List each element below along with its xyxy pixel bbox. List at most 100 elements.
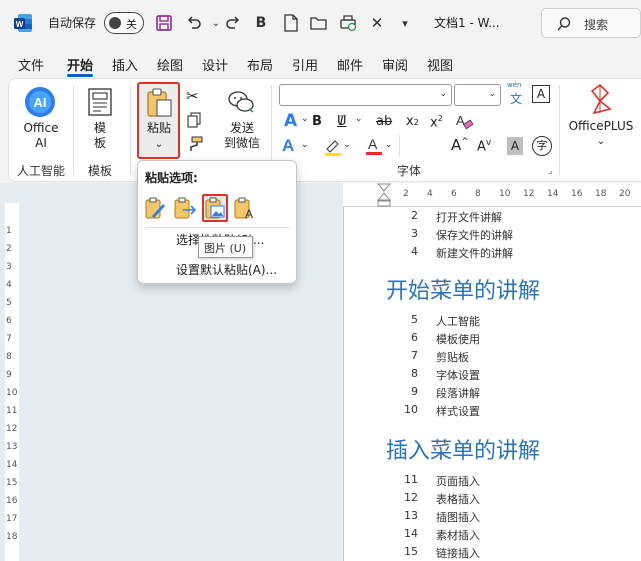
toc-entry[interactable]: 段落讲解: [436, 385, 480, 401]
set-default-paste-item[interactable]: 设置默认粘贴(A)...: [176, 261, 277, 278]
chevron-down-icon[interactable]: ⌄: [587, 134, 615, 149]
enclose-characters-icon[interactable]: 字: [532, 136, 552, 156]
toc-entry[interactable]: 模板使用: [436, 331, 480, 347]
toc-number: 6: [411, 331, 418, 344]
keep-text-only-icon[interactable]: A: [232, 194, 258, 222]
vertical-ruler-number: 9: [6, 370, 12, 380]
toc-number: 15: [404, 545, 418, 558]
heading-start-menu: 开始菜单的讲解: [386, 279, 541, 304]
officeplus-icon[interactable]: [586, 83, 616, 120]
office-ai-icon[interactable]: AI: [23, 85, 59, 121]
paste-as-picture-icon[interactable]: [202, 194, 228, 222]
tab-insert[interactable]: 插入: [112, 55, 138, 74]
close-icon[interactable]: ✕: [366, 12, 388, 34]
chevron-down-icon[interactable]: ⌄: [301, 140, 309, 150]
toc-entry[interactable]: 页面插入: [436, 473, 480, 489]
tab-references[interactable]: 引用: [292, 55, 318, 74]
toc-entry[interactable]: 样式设置: [436, 403, 480, 419]
officeplus-label[interactable]: OfficePLUS: [565, 119, 637, 134]
search-icon: [557, 17, 571, 31]
phonetic-guide-icon[interactable]: 文: [510, 90, 522, 107]
bold-quick-icon[interactable]: B: [250, 12, 272, 34]
indent-marker-icon[interactable]: [377, 183, 391, 207]
toc-number: 11: [404, 473, 418, 486]
font-dialog-launcher-icon[interactable]: ⌟: [548, 166, 552, 176]
save-icon[interactable]: [153, 12, 175, 34]
grow-font-icon[interactable]: A^: [451, 136, 469, 154]
toc-entry[interactable]: 人工智能: [436, 313, 480, 329]
tab-file[interactable]: 文件: [18, 55, 44, 74]
clear-formatting-icon[interactable]: A: [454, 112, 474, 135]
menu-divider: [146, 227, 290, 228]
toc-number: 2: [411, 209, 418, 222]
toc-number: 7: [411, 349, 418, 362]
text-effects-icon[interactable]: A: [281, 135, 299, 158]
tab-layout[interactable]: 布局: [247, 55, 273, 74]
svg-text:A: A: [456, 113, 465, 128]
merge-formatting-icon[interactable]: [172, 194, 198, 222]
text-effects-icon[interactable]: A: [284, 111, 297, 131]
office-ai-label-line2[interactable]: AI: [17, 136, 65, 151]
new-document-icon[interactable]: [280, 12, 302, 34]
chevron-down-icon[interactable]: ⌄: [385, 140, 393, 150]
group-label-font: 字体: [397, 164, 422, 178]
keep-source-formatting-icon[interactable]: [142, 194, 168, 222]
subscript-icon[interactable]: x2: [406, 114, 419, 129]
toc-entry[interactable]: 素材插入: [436, 527, 480, 543]
highlight-color-icon[interactable]: [323, 137, 343, 160]
strikethrough-icon[interactable]: ab: [376, 114, 392, 129]
ruler-number: 6: [451, 189, 457, 199]
vertical-ruler-number: 12: [6, 424, 18, 434]
character-shading-icon[interactable]: A: [507, 137, 523, 155]
undo-icon[interactable]: [183, 12, 205, 34]
tab-draw[interactable]: 绘图: [157, 55, 183, 74]
toc-entry[interactable]: 插图插入: [436, 509, 480, 525]
shrink-font-icon[interactable]: Av: [477, 138, 491, 154]
toc-entry[interactable]: 保存文件的讲解: [436, 227, 513, 243]
customize-qa-icon[interactable]: ▾: [394, 12, 416, 34]
font-size-combobox[interactable]: ⌄: [454, 84, 501, 106]
template-icon[interactable]: [87, 87, 113, 120]
send-wechat-icon[interactable]: [227, 88, 255, 119]
template-label-line2[interactable]: 板: [81, 136, 119, 151]
bold-icon[interactable]: B: [312, 114, 322, 129]
search-input[interactable]: 搜索: [541, 8, 641, 38]
toc-entry[interactable]: 打开文件讲解: [436, 209, 502, 225]
ruler-number: 18: [595, 189, 607, 199]
underline-icon[interactable]: U: [337, 114, 347, 129]
chevron-down-icon[interactable]: ⌄: [301, 114, 309, 124]
font-color-icon[interactable]: A: [365, 135, 383, 160]
font-name-combobox[interactable]: ⌄: [279, 84, 452, 106]
redo-icon[interactable]: [222, 12, 244, 34]
tab-review[interactable]: 审阅: [382, 55, 408, 74]
send-wechat-label-line1[interactable]: 发送: [219, 121, 265, 136]
office-ai-label-line1[interactable]: Office: [17, 121, 65, 136]
autosave-toggle[interactable]: 关: [104, 12, 144, 34]
chevron-down-icon[interactable]: ⌄: [355, 114, 363, 124]
toc-entry[interactable]: 字体设置: [436, 367, 480, 383]
template-label-line1[interactable]: 模: [81, 121, 119, 136]
vertical-ruler-number: 1: [6, 226, 12, 236]
group-separator: [399, 135, 400, 157]
document-page[interactable]: 2 打开文件讲解 3 保存文件的讲解 4 新建文件的讲解 开始菜单的讲解 5 人工智能 6 模板…: [343, 207, 641, 561]
toc-entry[interactable]: 链接插入: [436, 545, 480, 561]
superscript-icon[interactable]: x2: [430, 114, 443, 130]
print-preview-icon[interactable]: [337, 12, 359, 34]
toc-entry[interactable]: 剪贴板: [436, 349, 469, 365]
tab-design[interactable]: 设计: [202, 55, 228, 74]
tab-home[interactable]: 开始: [67, 55, 93, 74]
toc-entry[interactable]: 新建文件的讲解: [436, 245, 513, 261]
cut-icon[interactable]: ✂: [186, 87, 199, 105]
format-painter-icon[interactable]: [186, 135, 204, 156]
vertical-ruler-number: 3: [6, 262, 12, 272]
tab-view[interactable]: 视图: [427, 55, 453, 74]
send-wechat-label-line2[interactable]: 到微信: [219, 136, 265, 151]
toc-entry[interactable]: 表格插入: [436, 491, 480, 507]
tab-mailings[interactable]: 邮件: [337, 55, 363, 74]
copy-icon[interactable]: [186, 112, 202, 131]
toc-number: 12: [404, 491, 418, 504]
open-folder-icon[interactable]: [308, 12, 330, 34]
group-separator: [559, 85, 560, 175]
character-border-icon[interactable]: A: [532, 85, 550, 103]
chevron-down-icon[interactable]: ⌄: [343, 140, 351, 150]
